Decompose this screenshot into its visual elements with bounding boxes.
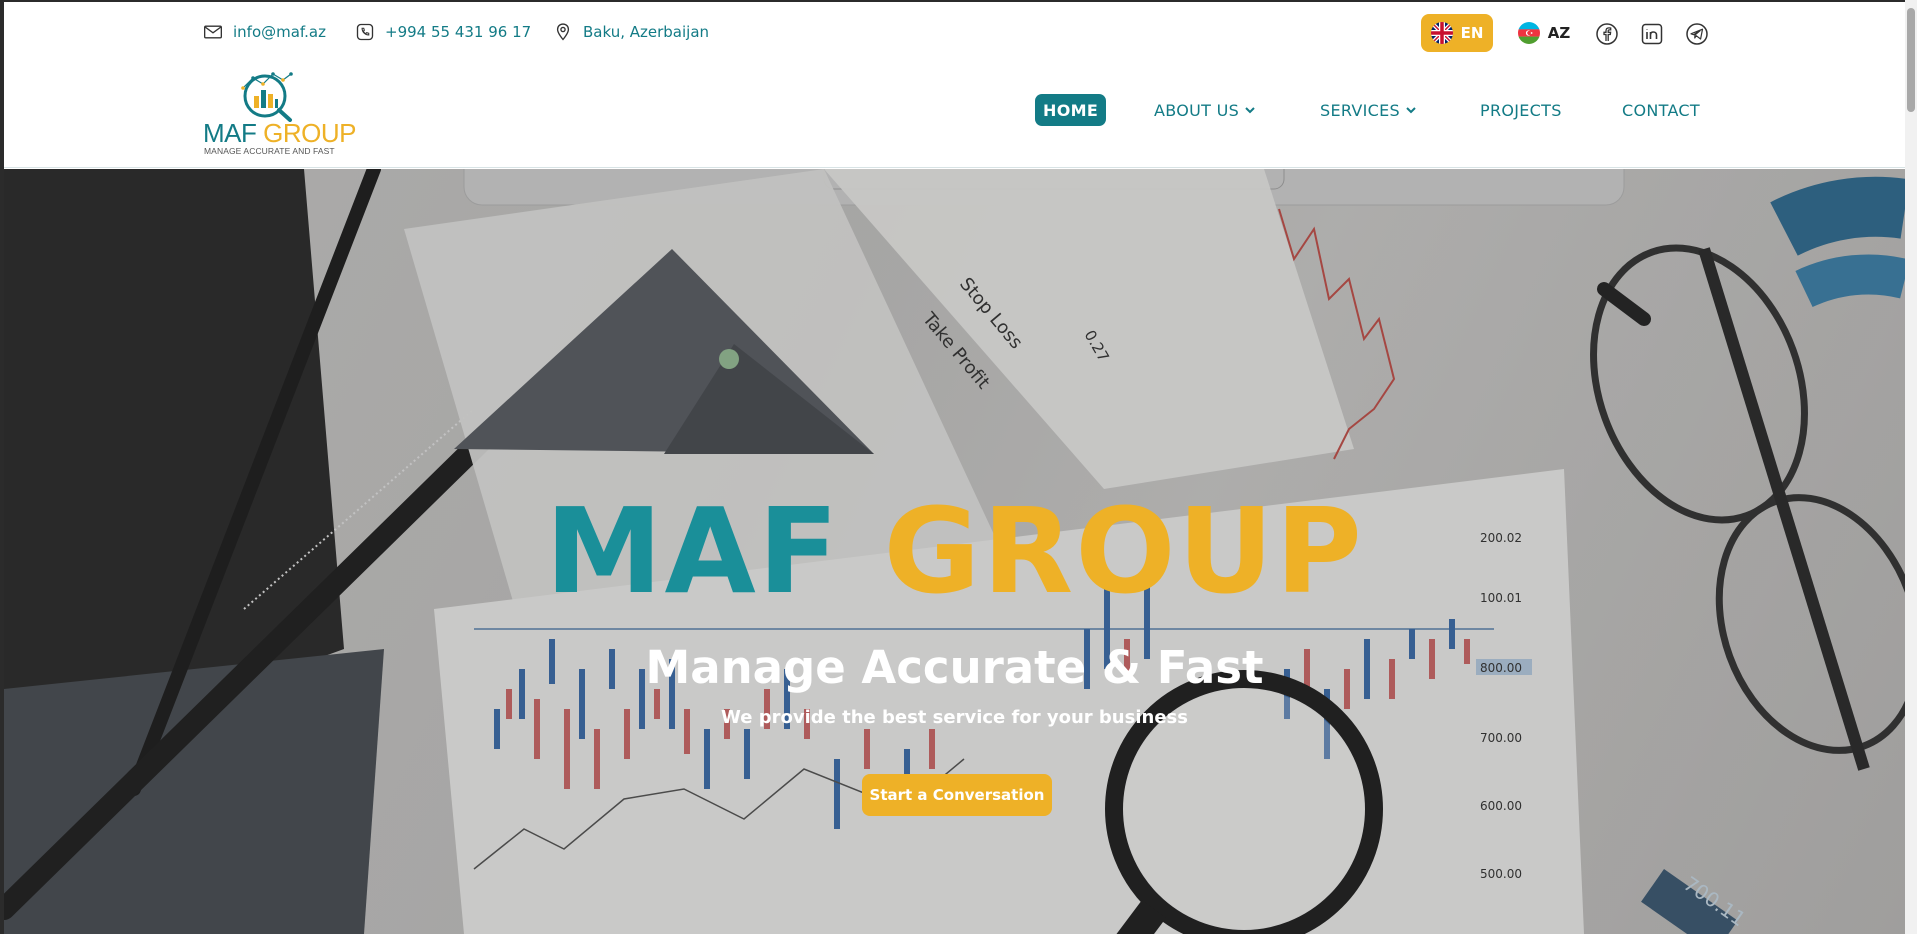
site-logo[interactable]: MAF GROUP MANAGE ACCURATE AND FAST	[203, 68, 356, 160]
logo-tagline: MANAGE ACCURATE AND FAST	[204, 146, 335, 156]
hero-title: MAF GROUP	[4, 491, 1905, 611]
main-navbar: MAF GROUP MANAGE ACCURATE AND FAST HOME …	[4, 64, 1905, 168]
nav-services[interactable]: SERVICES	[1320, 94, 1417, 126]
nav-home-label: HOME	[1043, 100, 1099, 120]
az-flag-icon	[1517, 22, 1540, 44]
nav-projects-label: PROJECTS	[1480, 100, 1562, 120]
linkedin-icon	[1641, 23, 1663, 45]
browser-viewport: info@maf.az +994 55 431 96 17 Baku, Azer…	[4, 2, 1905, 934]
nav-home[interactable]: HOME	[1035, 94, 1107, 126]
scrollbar-thumb[interactable]	[1907, 8, 1915, 112]
logo-wordmark: MAF GROUP	[203, 120, 356, 146]
hero-section: Stop Loss Take Profit 0.27 200.02 100.01…	[4, 169, 1905, 934]
language-en-label: EN	[1460, 24, 1484, 42]
location-text: Baku, Azerbaijan	[583, 23, 710, 41]
phone-link[interactable]: +994 55 431 96 17	[355, 22, 531, 42]
nav-contact-label: CONTACT	[1622, 100, 1700, 120]
page-scrollbar[interactable]	[1905, 0, 1917, 934]
telegram-icon	[1686, 23, 1708, 45]
nav-services-label: SERVICES	[1320, 100, 1401, 120]
email-link[interactable]: info@maf.az	[203, 22, 326, 42]
mail-icon	[204, 25, 222, 39]
facebook-link[interactable]	[1595, 22, 1619, 46]
language-az-button[interactable]: AZ	[1513, 14, 1575, 52]
nav-about-us-label: ABOUT US	[1154, 100, 1240, 120]
nav-contact[interactable]: CONTACT	[1622, 94, 1700, 126]
location-link[interactable]: Baku, Azerbaijan	[553, 22, 709, 42]
uk-flag-icon	[1430, 22, 1453, 44]
logo-word-group: GROUP	[263, 118, 356, 148]
hero-subtitle: Manage Accurate & Fast	[645, 641, 1264, 694]
phone-icon	[356, 23, 374, 41]
nav-about-us[interactable]: ABOUT US	[1154, 94, 1256, 126]
logo-word-maf: MAF	[203, 118, 257, 148]
language-az-label: AZ	[1547, 24, 1571, 42]
location-pin-icon	[556, 23, 570, 41]
phone-text: +994 55 431 96 17	[385, 23, 532, 41]
linkedin-link[interactable]	[1640, 22, 1664, 46]
facebook-icon	[1596, 23, 1618, 45]
hero-title-maf: MAF	[545, 482, 841, 620]
language-en-button[interactable]: EN	[1421, 14, 1493, 52]
hero-description: We provide the best service for your bus…	[721, 707, 1188, 728]
nav-projects[interactable]: PROJECTS	[1480, 94, 1562, 126]
logo-magnifier-chart-icon	[241, 72, 293, 122]
chevron-down-icon	[1245, 107, 1255, 114]
telegram-link[interactable]	[1685, 22, 1709, 46]
start-conversation-button[interactable]: Start a Conversation	[862, 774, 1052, 816]
top-contact-bar: info@maf.az +994 55 431 96 17 Baku, Azer…	[4, 2, 1905, 64]
hero-title-group: GROUP	[883, 482, 1364, 620]
chevron-down-icon	[1406, 107, 1416, 114]
email-text: info@maf.az	[233, 23, 326, 41]
